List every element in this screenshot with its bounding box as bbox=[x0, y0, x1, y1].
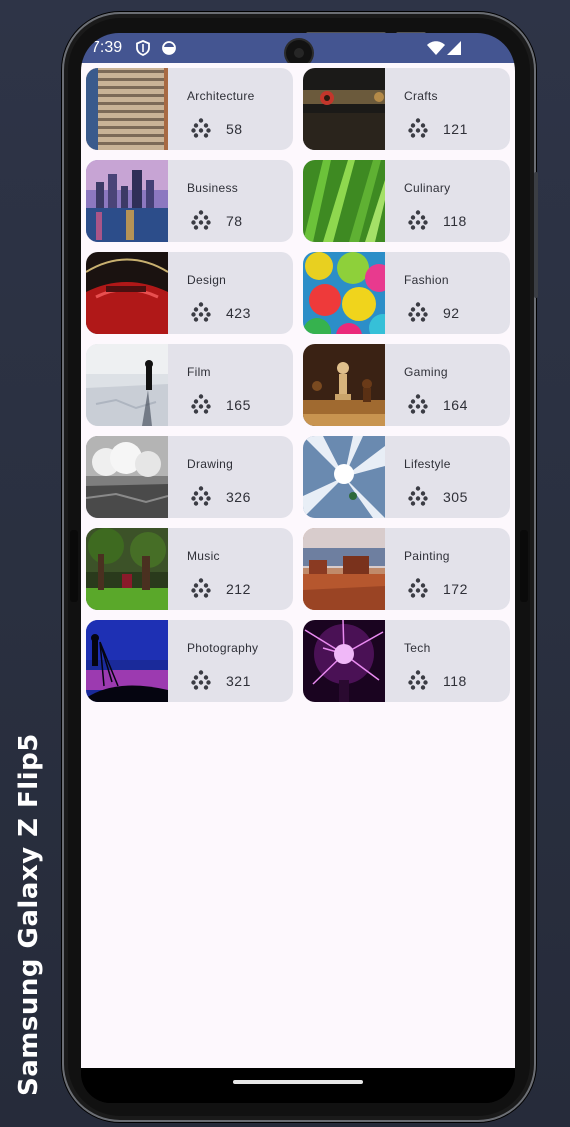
category-name: Tech bbox=[404, 641, 431, 655]
category-name: Design bbox=[187, 273, 227, 287]
navigation-bar bbox=[81, 1068, 515, 1103]
dots-grid-icon bbox=[408, 670, 428, 690]
status-bar: 7:39 bbox=[81, 33, 515, 66]
dots-grid-icon bbox=[408, 394, 428, 414]
category-count: 423 bbox=[226, 305, 251, 321]
category-thumbnail bbox=[86, 160, 168, 242]
category-count: 164 bbox=[443, 397, 468, 413]
category-card-photography[interactable]: Photography 321 bbox=[86, 620, 293, 702]
category-thumbnail bbox=[86, 528, 168, 610]
dots-grid-icon bbox=[408, 486, 428, 506]
category-name: Film bbox=[187, 365, 211, 379]
category-thumbnail bbox=[303, 252, 385, 334]
category-name: Painting bbox=[404, 549, 450, 563]
category-count: 305 bbox=[443, 489, 468, 505]
category-card-film[interactable]: Film 165 bbox=[86, 344, 293, 426]
category-name: Fashion bbox=[404, 273, 449, 287]
dots-grid-icon bbox=[191, 670, 211, 690]
status-time: 7:39 bbox=[91, 39, 123, 56]
category-count: 165 bbox=[226, 397, 251, 413]
dots-grid-icon bbox=[191, 118, 211, 138]
category-count: 321 bbox=[226, 673, 251, 689]
dots-grid-icon bbox=[191, 486, 211, 506]
data-saver-icon bbox=[161, 40, 177, 61]
category-thumbnail bbox=[303, 68, 385, 150]
dots-grid-icon bbox=[408, 302, 428, 322]
dots-grid-icon bbox=[408, 210, 428, 230]
category-name: Gaming bbox=[404, 365, 448, 379]
dots-grid-icon bbox=[408, 118, 428, 138]
dots-grid-icon bbox=[191, 210, 211, 230]
shield-icon bbox=[135, 40, 151, 61]
category-card-lifestyle[interactable]: Lifestyle 305 bbox=[303, 436, 510, 518]
category-card-painting[interactable]: Painting 172 bbox=[303, 528, 510, 610]
category-count: 78 bbox=[226, 213, 243, 229]
category-card-gaming[interactable]: Gaming 164 bbox=[303, 344, 510, 426]
category-card-business[interactable]: Business 78 bbox=[86, 160, 293, 242]
device-model-label: Samsung Galaxy Z Flip5 bbox=[14, 733, 44, 1096]
hinge-left bbox=[70, 530, 78, 602]
category-count: 121 bbox=[443, 121, 468, 137]
category-card-tech[interactable]: Tech 118 bbox=[303, 620, 510, 702]
category-card-music[interactable]: Music 212 bbox=[86, 528, 293, 610]
category-card-drawing[interactable]: Drawing 326 bbox=[86, 436, 293, 518]
dots-grid-icon bbox=[191, 394, 211, 414]
category-count: 326 bbox=[226, 489, 251, 505]
category-card-culinary[interactable]: Culinary 118 bbox=[303, 160, 510, 242]
dots-grid-icon bbox=[191, 578, 211, 598]
category-name: Architecture bbox=[187, 89, 255, 103]
category-name: Crafts bbox=[404, 89, 438, 103]
category-thumbnail bbox=[303, 436, 385, 518]
category-name: Business bbox=[187, 181, 239, 195]
category-card-fashion[interactable]: Fashion 92 bbox=[303, 252, 510, 334]
category-count: 92 bbox=[443, 305, 460, 321]
category-thumbnail bbox=[303, 528, 385, 610]
category-name: Culinary bbox=[404, 181, 451, 195]
category-thumbnail bbox=[303, 344, 385, 426]
dots-grid-icon bbox=[408, 578, 428, 598]
dots-grid-icon bbox=[191, 302, 211, 322]
category-card-crafts[interactable]: Crafts 121 bbox=[303, 68, 510, 150]
hinge-right bbox=[520, 530, 528, 602]
wifi-icon bbox=[427, 41, 445, 60]
cell-signal-icon bbox=[447, 41, 461, 60]
category-thumbnail bbox=[86, 436, 168, 518]
category-count: 212 bbox=[226, 581, 251, 597]
category-name: Photography bbox=[187, 641, 259, 655]
category-count: 58 bbox=[226, 121, 243, 137]
category-thumbnail bbox=[86, 252, 168, 334]
category-card-architecture[interactable]: Architecture 58 bbox=[86, 68, 293, 150]
category-thumbnail bbox=[303, 620, 385, 702]
category-name: Lifestyle bbox=[404, 457, 451, 471]
category-count: 118 bbox=[443, 673, 467, 689]
phone-screen: 7:39 Architecture 58Crafts 121Business bbox=[81, 33, 515, 1103]
category-count: 172 bbox=[443, 581, 468, 597]
category-name: Drawing bbox=[187, 457, 234, 471]
app-content[interactable]: Architecture 58 Crafts 121 Business 78 Culi… bbox=[81, 63, 515, 1068]
category-count: 118 bbox=[443, 213, 467, 229]
category-thumbnail bbox=[86, 620, 168, 702]
category-thumbnail bbox=[303, 160, 385, 242]
category-thumbnail bbox=[86, 344, 168, 426]
category-name: Music bbox=[187, 549, 220, 563]
category-card-design[interactable]: Design 423 bbox=[86, 252, 293, 334]
category-thumbnail bbox=[86, 68, 168, 150]
home-gesture-bar[interactable] bbox=[233, 1080, 363, 1084]
side-button bbox=[534, 172, 538, 298]
